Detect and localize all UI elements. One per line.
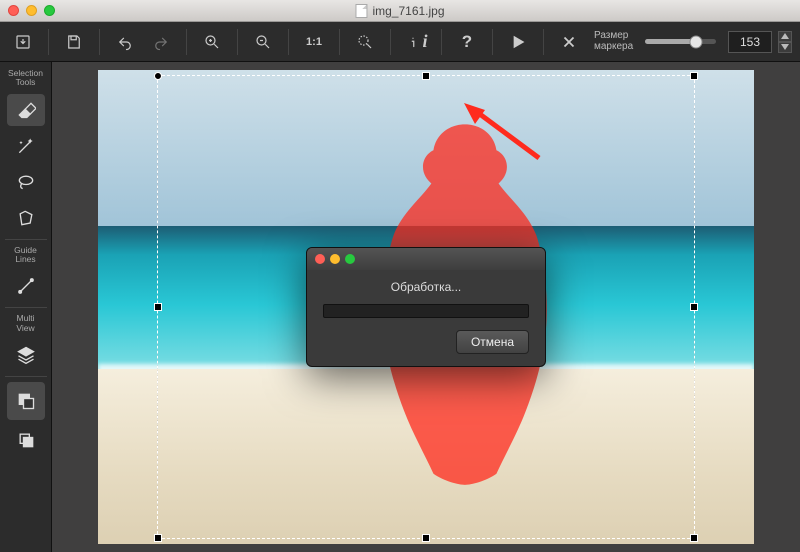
divider: [492, 29, 493, 55]
stepper-up[interactable]: [778, 31, 792, 42]
dialog-minimize-button[interactable]: [330, 254, 340, 264]
divider: [186, 29, 187, 55]
export-button[interactable]: [8, 27, 38, 57]
document-icon: [355, 4, 367, 18]
close-window-button[interactable]: [8, 5, 19, 16]
sidebar-section-selection: Selection Tools: [8, 66, 43, 92]
zoom-out-button[interactable]: [248, 27, 278, 57]
dialog-cancel-button[interactable]: Отмена: [456, 330, 529, 354]
divider: [441, 29, 442, 55]
eraser-tool[interactable]: [7, 94, 45, 126]
magic-wand-tool[interactable]: [7, 130, 45, 162]
cancel-button[interactable]: [554, 27, 584, 57]
processing-dialog: Обработка... Отмена: [306, 247, 546, 367]
left-sidebar: Selection Tools Guide Lines Multi View: [0, 62, 52, 552]
polygonal-lasso-tool[interactable]: [7, 202, 45, 234]
dialog-close-button[interactable]: [315, 254, 325, 264]
handle-top-left[interactable]: [154, 72, 162, 80]
window-traffic-lights: [8, 5, 55, 16]
redo-button[interactable]: [146, 27, 176, 57]
undo-button[interactable]: [110, 27, 140, 57]
save-button[interactable]: [59, 27, 89, 57]
divider: [48, 29, 49, 55]
zoom-actual-button[interactable]: 1:1: [299, 27, 329, 57]
info-button[interactable]: i: [401, 27, 431, 57]
marker-size-slider[interactable]: [645, 39, 716, 44]
duplicate-button[interactable]: [7, 424, 45, 456]
handle-bot-mid[interactable]: [422, 534, 430, 542]
dialog-zoom-button[interactable]: [345, 254, 355, 264]
handle-bot-right[interactable]: [690, 534, 698, 542]
sidebar-section-guides: Guide Lines: [14, 243, 37, 269]
minimize-window-button[interactable]: [26, 5, 37, 16]
window-title: img_7161.jpg: [355, 4, 444, 18]
foreground-background-swap[interactable]: [7, 382, 45, 420]
sidebar-section-multiview: Multi View: [16, 311, 34, 337]
play-button[interactable]: [503, 27, 533, 57]
divider: [543, 29, 544, 55]
lasso-tool[interactable]: [7, 166, 45, 198]
line-tool[interactable]: [7, 270, 45, 302]
dialog-message: Обработка...: [323, 280, 529, 294]
divider: [339, 29, 340, 55]
stepper-down[interactable]: [778, 42, 792, 53]
handle-bot-left[interactable]: [154, 534, 162, 542]
handle-top-mid[interactable]: [422, 72, 430, 80]
handle-mid-left[interactable]: [154, 303, 162, 311]
progress-bar: [323, 304, 529, 318]
help-button[interactable]: ?: [452, 27, 482, 57]
divider: [99, 29, 100, 55]
divider: [390, 29, 391, 55]
zoom-fit-button[interactable]: [350, 27, 380, 57]
handle-mid-right[interactable]: [690, 303, 698, 311]
marker-size-stepper[interactable]: [778, 31, 792, 53]
image-canvas[interactable]: Обработка... Отмена: [98, 70, 754, 544]
zoom-in-button[interactable]: [197, 27, 227, 57]
main-toolbar: 1:1 i ? Размер маркера 153: [0, 22, 800, 62]
window-titlebar: img_7161.jpg: [0, 0, 800, 22]
filename-label: img_7161.jpg: [372, 4, 444, 18]
marker-size-input[interactable]: 153: [728, 31, 772, 53]
layers-button[interactable]: [7, 339, 45, 371]
divider: [288, 29, 289, 55]
dialog-titlebar: [307, 248, 545, 270]
marker-size-label: Размер маркера: [594, 31, 633, 52]
canvas-area: Обработка... Отмена: [52, 62, 800, 552]
handle-top-right[interactable]: [690, 72, 698, 80]
divider: [237, 29, 238, 55]
zoom-window-button[interactable]: [44, 5, 55, 16]
